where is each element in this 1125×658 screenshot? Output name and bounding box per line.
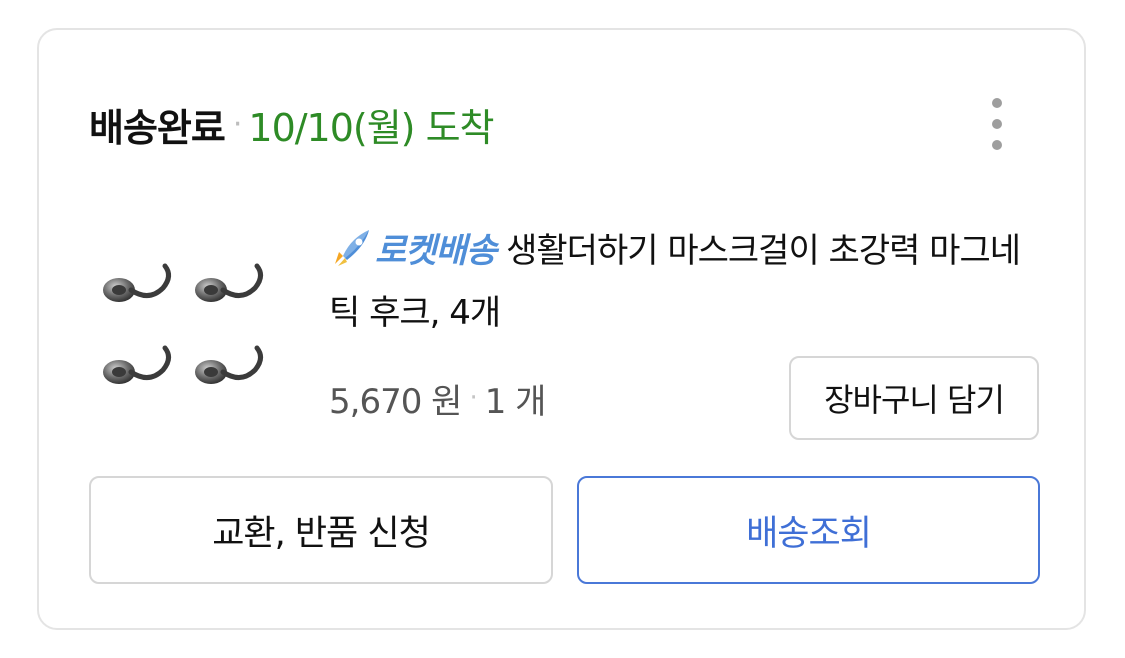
price-quantity-row: 5,670 원 · 1 개 [329,370,547,426]
rocket-icon [335,230,369,266]
delivery-status-row: 배송완료 · 10/10(월) 도착 [89,96,495,152]
price-separator: · [469,383,477,413]
delivery-status: 배송완료 [89,105,226,150]
add-to-cart-button[interactable]: 장바구니 담기 [789,356,1039,440]
product-thumbnail[interactable] [97,230,282,410]
exchange-return-button[interactable]: 교환, 반품 신청 [89,476,553,584]
status-separator: · [232,106,243,142]
order-card: 배송완료 · 10/10(월) 도착 로켓배송 생활더하기 마스크걸이 초강력 … [37,28,1086,630]
delivery-tracking-button[interactable]: 배송조회 [577,476,1040,584]
rocket-delivery-label: 로켓배송 [375,231,497,271]
more-vertical-icon[interactable] [985,98,1009,150]
product-quantity: 1 개 [484,381,547,422]
arrival-date: 10/10(월) 도착 [248,105,494,150]
product-title[interactable]: 로켓배송 생활더하기 마스크걸이 초강력 마그네틱 후크, 4개 [329,220,1049,344]
magnetic-hooks-image [103,263,263,384]
product-price: 5,670 원 [329,381,462,422]
